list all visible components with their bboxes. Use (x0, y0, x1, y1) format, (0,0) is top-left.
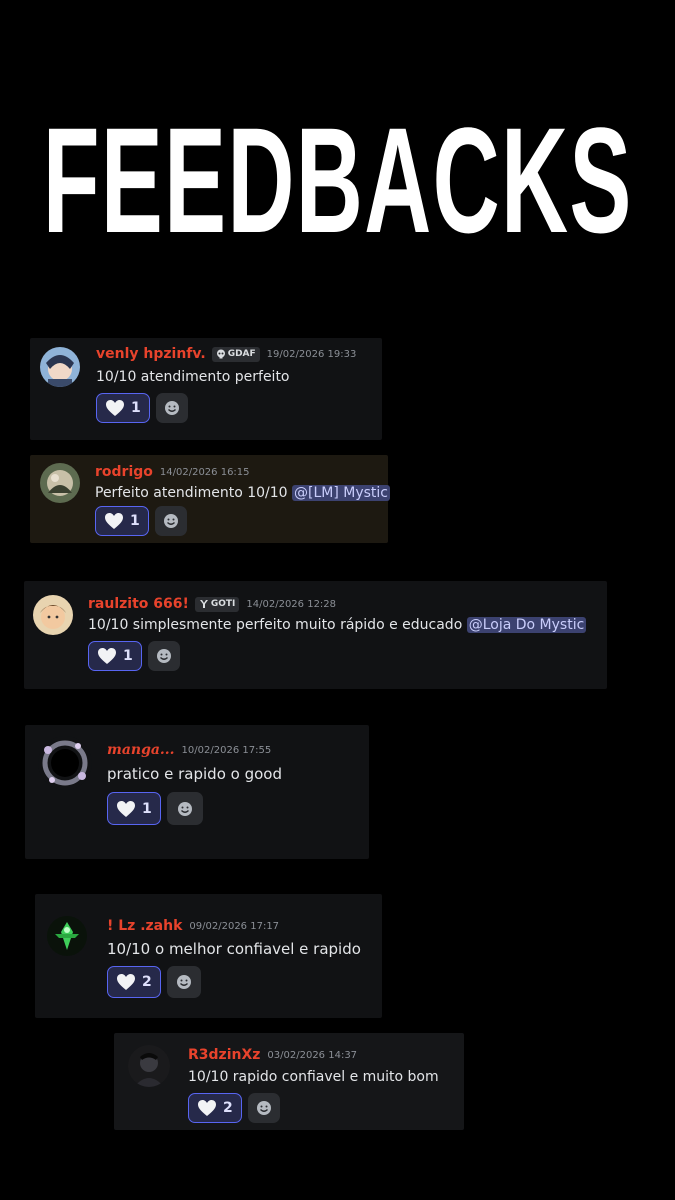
heart-icon (117, 800, 135, 817)
heart-reaction[interactable]: 2 (188, 1093, 242, 1123)
smile-icon (256, 1101, 271, 1115)
smile-icon (176, 975, 191, 989)
message-body: 10/10 atendimento perfeito (96, 369, 290, 385)
message-text: 10/10 rapido confiavel e muito bom (188, 1069, 439, 1085)
reaction-count: 2 (223, 1100, 233, 1116)
message-card: ! Lz .zahk 09/02/2026 17:17 10/10 o melh… (35, 894, 382, 1018)
avatar[interactable] (40, 347, 80, 387)
server-tag-label: GDAF (227, 349, 256, 359)
message-card: manga... 10/02/2026 17:55 pratico e rapi… (25, 725, 369, 859)
timestamp: 10/02/2026 17:55 (181, 744, 272, 756)
message-body: 10/10 simplesmente perfeito muito rápido… (88, 617, 463, 633)
heart-reaction[interactable]: 1 (96, 393, 150, 423)
timestamp: 19/02/2026 19:33 (266, 348, 357, 360)
message-body: 10/10 o melhor confiavel e rapido (107, 940, 361, 958)
server-tag-label: GOTI (210, 599, 236, 609)
add-reaction-button[interactable] (154, 506, 187, 536)
heart-reaction[interactable]: 1 (95, 506, 149, 536)
username[interactable]: R3dzinXz (188, 1047, 260, 1063)
reaction-count: 1 (130, 513, 140, 529)
timestamp: 03/02/2026 14:37 (267, 1049, 358, 1061)
reaction-count: 1 (142, 800, 152, 817)
message-card: venly hpzinfv. GDAF 19/02/2026 19:33 10/… (30, 338, 382, 440)
server-tag[interactable]: GOTI (194, 596, 240, 612)
reaction-count: 1 (131, 400, 141, 416)
username[interactable]: ! Lz .zahk (107, 918, 182, 934)
mention[interactable]: @Loja Do Mystic (466, 617, 587, 633)
avatar[interactable] (40, 463, 80, 503)
heart-icon (198, 1100, 216, 1116)
mention[interactable]: @[LM] Mystic (292, 485, 391, 501)
message-body: Perfeito atendimento 10/10 (95, 485, 288, 501)
message-text: 10/10 o melhor confiavel e rapido (107, 940, 361, 958)
message-text: pratico e rapido o good (107, 765, 282, 783)
heart-icon (98, 648, 116, 664)
timestamp: 14/02/2026 12:28 (246, 598, 337, 610)
message-body: pratico e rapido o good (107, 765, 282, 783)
avatar[interactable] (128, 1045, 170, 1087)
add-reaction-button[interactable] (147, 641, 180, 671)
goat-icon (199, 600, 208, 608)
server-tag[interactable]: GDAF (211, 346, 260, 362)
message-text: 10/10 simplesmente perfeito muito rápido… (88, 617, 587, 633)
reaction-count: 2 (142, 974, 152, 990)
username[interactable]: venly hpzinfv. (96, 346, 206, 362)
add-reaction-button[interactable] (247, 1093, 280, 1123)
username[interactable]: rodrigo (95, 464, 153, 480)
skull-icon (216, 349, 225, 359)
heart-icon (106, 400, 124, 416)
add-reaction-button[interactable] (166, 966, 201, 998)
message-card: R3dzinXz 03/02/2026 14:37 10/10 rapido c… (114, 1033, 464, 1130)
message-card: rodrigo 14/02/2026 16:15 Perfeito atendi… (30, 455, 391, 543)
avatar[interactable] (38, 736, 92, 790)
avatar[interactable] (47, 916, 87, 956)
page-title: FEEDBACKS (42, 95, 633, 264)
heart-reaction[interactable]: 2 (107, 966, 161, 998)
username[interactable]: raulzito 666! (88, 596, 189, 612)
message-text: Perfeito atendimento 10/10 @[LM] Mystic (95, 485, 391, 501)
page-title-container: FEEDBACKS (0, 92, 675, 267)
smile-icon (156, 649, 171, 663)
smile-icon (164, 401, 179, 415)
smile-icon (177, 801, 192, 816)
username[interactable]: manga... (107, 742, 175, 758)
add-reaction-button[interactable] (155, 393, 188, 423)
message-body: 10/10 rapido confiavel e muito bom (188, 1069, 439, 1085)
timestamp: 14/02/2026 16:15 (159, 466, 250, 478)
message-card: raulzito 666! GOTI 14/02/2026 12:28 10/1… (24, 581, 607, 689)
message-text: 10/10 atendimento perfeito (96, 369, 290, 385)
heart-icon (117, 974, 135, 990)
heart-reaction[interactable]: 1 (107, 792, 161, 825)
add-reaction-button[interactable] (166, 792, 203, 825)
avatar[interactable] (33, 595, 73, 635)
reaction-count: 1 (123, 648, 133, 664)
smile-icon (163, 514, 178, 528)
heart-icon (105, 513, 123, 529)
heart-reaction[interactable]: 1 (88, 641, 142, 671)
timestamp: 09/02/2026 17:17 (189, 920, 280, 932)
